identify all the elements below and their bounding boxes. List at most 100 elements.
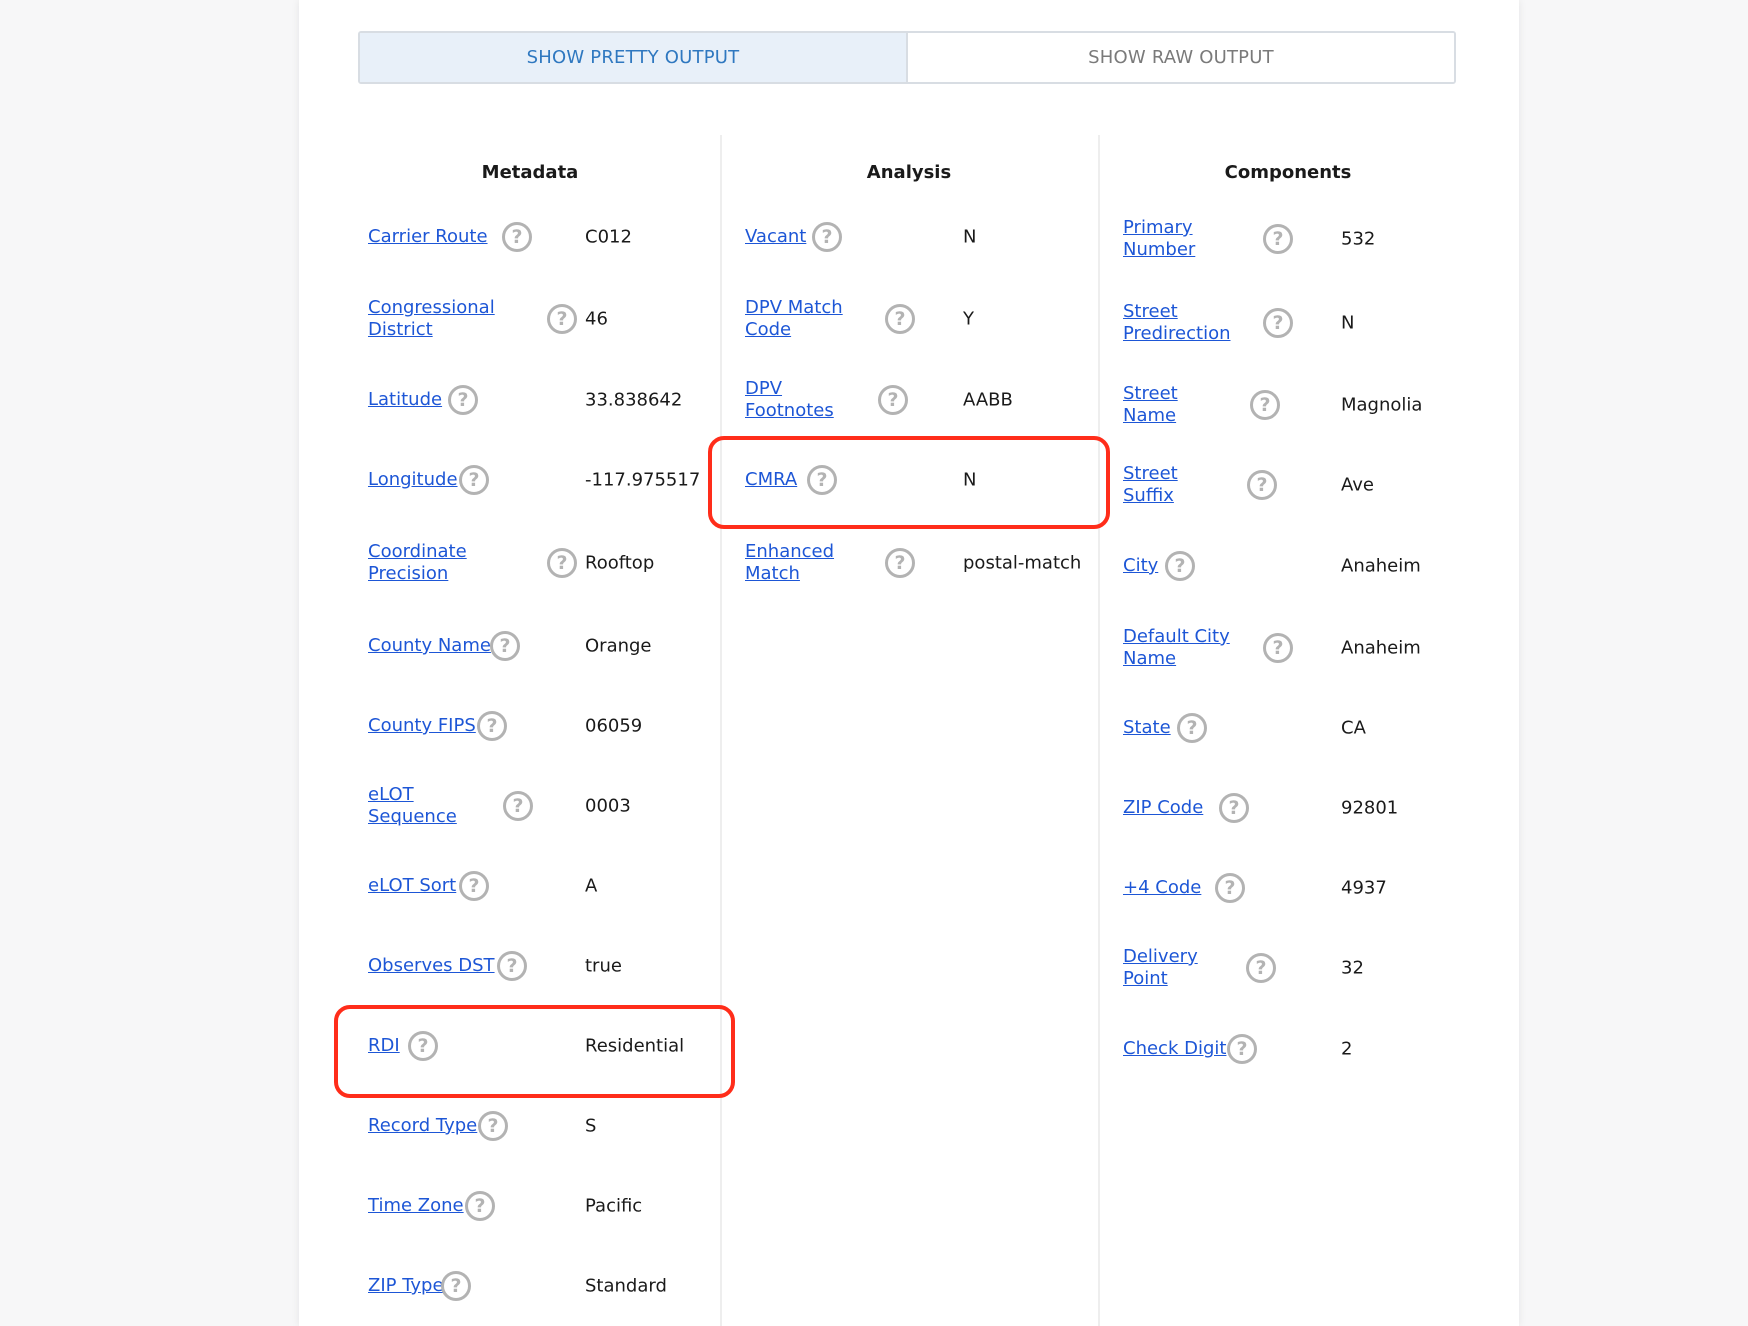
help-icon[interactable]: ? xyxy=(490,631,520,661)
help-icon[interactable]: ? xyxy=(878,385,908,415)
components-row-4-code: +4 Code? 4937 xyxy=(1123,865,1481,911)
cmra-link[interactable]: CMRA xyxy=(745,469,797,491)
help-icon[interactable]: ? xyxy=(547,304,577,334)
check-digit-value: 2 xyxy=(1341,1038,1353,1060)
metadata-row-record-type: Record Type? S xyxy=(368,1103,725,1149)
delivery-point-link[interactable]: Delivery Point xyxy=(1123,946,1233,990)
zip-code-link[interactable]: ZIP Code xyxy=(1123,797,1203,819)
help-icon[interactable]: ? xyxy=(465,1191,495,1221)
help-icon[interactable]: ? xyxy=(1219,793,1249,823)
street-predirection-link[interactable]: Street Predirection xyxy=(1123,301,1233,345)
help-icon[interactable]: ? xyxy=(812,222,842,252)
help-icon[interactable]: ? xyxy=(1177,713,1207,743)
help-icon[interactable]: ? xyxy=(1263,224,1293,254)
street-suffix-value: Ave xyxy=(1341,474,1374,496)
cmra-value: N xyxy=(963,469,977,491)
show-raw-output-button[interactable]: SHOW RAW OUTPUT xyxy=(908,33,1454,82)
state-value: CA xyxy=(1341,717,1366,739)
help-icon[interactable]: ? xyxy=(1165,551,1195,581)
zip-type-value: Standard xyxy=(585,1275,667,1297)
help-icon[interactable]: ? xyxy=(1247,470,1277,500)
help-icon[interactable]: ? xyxy=(885,548,915,578)
metadata-row-time-zone: Time Zone? Pacific xyxy=(368,1183,725,1229)
metadata-row-county-name: County Name? Orange xyxy=(368,623,725,669)
help-icon[interactable]: ? xyxy=(502,222,532,252)
help-icon[interactable]: ? xyxy=(1215,873,1245,903)
help-icon[interactable]: ? xyxy=(497,951,527,981)
help-icon[interactable]: ? xyxy=(459,465,489,495)
street-name-value: Magnolia xyxy=(1341,394,1423,416)
metadata-row-elot-sort: eLOT Sort? A xyxy=(368,863,725,909)
vacant-link[interactable]: Vacant xyxy=(745,226,806,248)
metadata-row-zip-type: ZIP Type? Standard xyxy=(368,1263,725,1309)
metadata-row-congressional-district: Congressional District? 46 xyxy=(368,296,725,342)
longitude-link[interactable]: Longitude xyxy=(368,469,458,491)
4-code-value: 4937 xyxy=(1341,877,1387,899)
dpv-match-code-link[interactable]: DPV Match Code xyxy=(745,297,855,341)
congressional-district-link[interactable]: Congressional District xyxy=(368,297,503,341)
analysis-row-dpv-footnotes: DPV Footnotes? AABB xyxy=(745,377,1103,423)
metadata-column-title: Metadata xyxy=(481,162,579,183)
help-icon[interactable]: ? xyxy=(478,1111,508,1141)
vacant-value: N xyxy=(963,226,977,248)
time-zone-link[interactable]: Time Zone xyxy=(368,1195,464,1217)
components-row-street-predirection: Street Predirection? N xyxy=(1123,300,1481,346)
street-name-link[interactable]: Street Name xyxy=(1123,383,1233,427)
primary-number-value: 532 xyxy=(1341,228,1376,250)
help-icon[interactable]: ? xyxy=(885,304,915,334)
help-icon[interactable]: ? xyxy=(408,1031,438,1061)
show-pretty-output-button[interactable]: SHOW PRETTY OUTPUT xyxy=(360,33,908,82)
record-type-link[interactable]: Record Type xyxy=(368,1115,477,1137)
county-name-link[interactable]: County Name xyxy=(368,635,491,657)
analysis-row-enhanced-match: Enhanced Match? postal-match xyxy=(745,540,1103,586)
default-city-name-link[interactable]: Default City Name xyxy=(1123,626,1233,670)
check-digit-link[interactable]: Check Digit xyxy=(1123,1038,1226,1060)
elot-sequence-link[interactable]: eLOT Sequence xyxy=(368,784,503,828)
components-row-check-digit: Check Digit? 2 xyxy=(1123,1026,1481,1072)
zip-type-link[interactable]: ZIP Type xyxy=(368,1275,444,1297)
elot-sort-link[interactable]: eLOT Sort xyxy=(368,875,456,897)
county-fips-link[interactable]: County FIPS xyxy=(368,715,476,737)
help-icon[interactable]: ? xyxy=(441,1271,471,1301)
elot-sequence-value: 0003 xyxy=(585,795,631,817)
help-icon[interactable]: ? xyxy=(448,385,478,415)
dpv-footnotes-link[interactable]: DPV Footnotes xyxy=(745,378,855,422)
metadata-row-observes-dst: Observes DST? true xyxy=(368,943,725,989)
analysis-row-cmra: CMRA? N xyxy=(745,457,1103,503)
street-predirection-value: N xyxy=(1341,312,1355,334)
city-link[interactable]: City xyxy=(1123,555,1158,577)
rdi-value: Residential xyxy=(585,1035,685,1057)
components-row-default-city-name: Default City Name? Anaheim xyxy=(1123,625,1481,671)
latitude-value: 33.838642 xyxy=(585,389,683,411)
county-name-value: Orange xyxy=(585,635,652,657)
help-icon[interactable]: ? xyxy=(477,711,507,741)
metadata-row-elot-sequence: eLOT Sequence? 0003 xyxy=(368,783,725,829)
latitude-link[interactable]: Latitude xyxy=(368,389,442,411)
rdi-link[interactable]: RDI xyxy=(368,1035,400,1057)
help-icon[interactable]: ? xyxy=(1246,953,1276,983)
analysis-column-title: Analysis xyxy=(866,162,952,183)
metadata-row-coordinate-precision: Coordinate Precision? Rooftop xyxy=(368,540,725,586)
default-city-name-value: Anaheim xyxy=(1341,637,1421,659)
longitude-value: -117.975517 xyxy=(585,469,701,491)
help-icon[interactable]: ? xyxy=(1250,390,1280,420)
metadata-row-county-fips: County FIPS? 06059 xyxy=(368,703,725,749)
help-icon[interactable]: ? xyxy=(1263,633,1293,663)
help-icon[interactable]: ? xyxy=(503,791,533,821)
help-icon[interactable]: ? xyxy=(1227,1034,1257,1064)
street-suffix-link[interactable]: Street Suffix xyxy=(1123,463,1233,507)
observes-dst-link[interactable]: Observes DST xyxy=(368,955,495,977)
components-row-zip-code: ZIP Code? 92801 xyxy=(1123,785,1481,831)
help-icon[interactable]: ? xyxy=(1263,308,1293,338)
state-link[interactable]: State xyxy=(1123,717,1171,739)
help-icon[interactable]: ? xyxy=(547,548,577,578)
carrier-route-link[interactable]: Carrier Route xyxy=(368,226,488,248)
enhanced-match-link[interactable]: Enhanced Match xyxy=(745,541,855,585)
help-icon[interactable]: ? xyxy=(459,871,489,901)
observes-dst-value: true xyxy=(585,955,622,977)
metadata-row-longitude: Longitude? -117.975517 xyxy=(368,457,725,503)
primary-number-link[interactable]: Primary Number xyxy=(1123,217,1233,261)
4-code-link[interactable]: +4 Code xyxy=(1123,877,1201,899)
help-icon[interactable]: ? xyxy=(807,465,837,495)
coordinate-precision-link[interactable]: Coordinate Precision xyxy=(368,541,503,585)
